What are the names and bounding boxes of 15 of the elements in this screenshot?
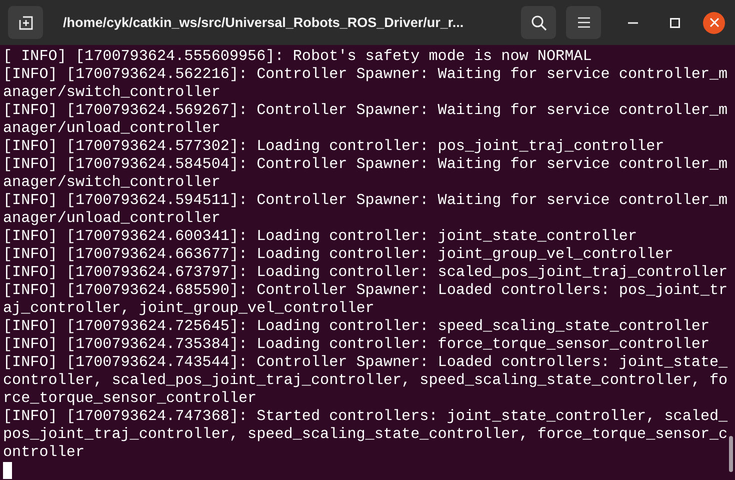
log-line: [INFO] [1700793624.594511]: Controller Spawner: Waiting for service controller_manager/unload_controller: [3, 191, 728, 227]
log-line: [INFO] [1700793624.725645]: Loading controller: speed_scaling_state_controller: [3, 317, 711, 335]
log-line: [ INFO] [1700793624.555609956]: Robot's safety mode is now NORMAL: [3, 47, 593, 65]
log-line: [INFO] [1700793624.685590]: Controller Spawner: Loaded controllers: pos_joint_traj_controller, joint_group_vel_controller: [3, 281, 728, 317]
log-line: [INFO] [1700793624.584504]: Controller Spawner: Waiting for service controller_manager/switch_controller: [3, 155, 728, 191]
log-line: [INFO] [1700793624.562216]: Controller Spawner: Waiting for service controller_manager/switch_controller: [3, 65, 728, 101]
log-line: [INFO] [1700793624.663677]: Loading controller: joint_group_vel_controller: [3, 245, 674, 263]
log-line: [INFO] [1700793624.747368]: Started controllers: joint_state_controller, scaled_pos_joint_traj_controller, speed_scaling_state_controller, force_torque_sensor_controller: [3, 407, 728, 461]
log-line: [INFO] [1700793624.577302]: Loading controller: pos_joint_traj_controller: [3, 137, 666, 155]
window-title: /home/cyk/catkin_ws/src/Universal_Robots_ROS_Driver/ur_r...: [62, 15, 465, 30]
log-line: [INFO] [1700793624.743544]: Controller Spawner: Loaded controllers: joint_state_controller, scaled_pos_joint_traj_controller, speed_scaling_state_controller, force_torque_sensor_controller: [3, 353, 728, 407]
log-line: [INFO] [1700793624.735384]: Loading controller: force_torque_sensor_controller: [3, 335, 711, 353]
log-line: [INFO] [1700793624.600341]: Loading controller: joint_state_controller: [3, 227, 638, 245]
log-line: [INFO] [1700793624.673797]: Loading controller: scaled_pos_joint_traj_controller: [3, 263, 728, 281]
log-line: [INFO] [1700793624.569267]: Controller Spawner: Waiting for service controller_manager/unload_controller: [3, 101, 728, 137]
